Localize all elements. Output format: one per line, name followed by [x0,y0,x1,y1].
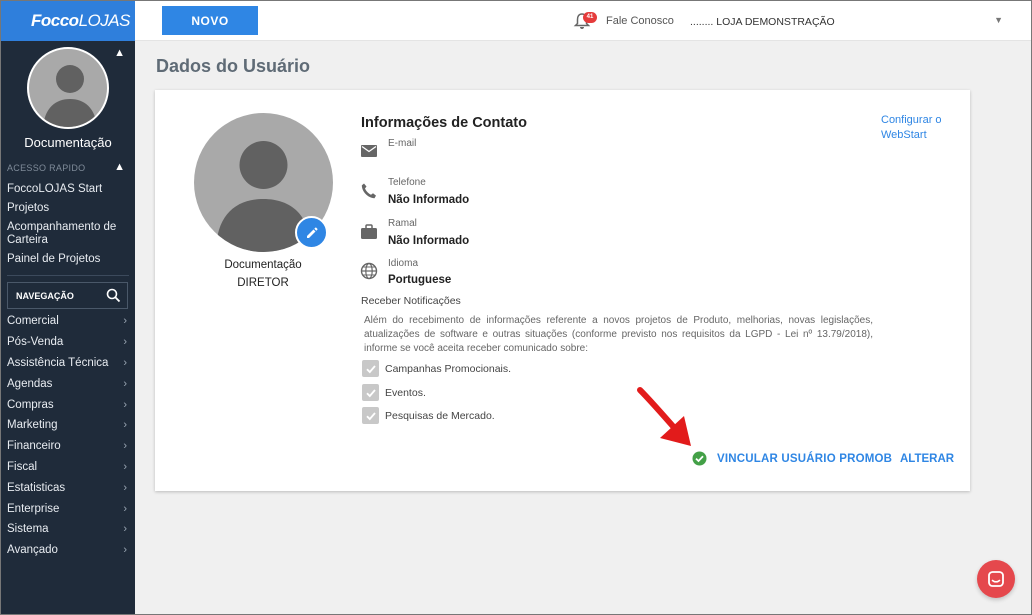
sidebar-divider [7,275,129,276]
nav-item-sistema[interactable]: Sistema › [7,519,131,540]
link-promob-user-button[interactable]: VINCULAR USUÁRIO PROMOB [692,451,892,466]
configure-webstart-link[interactable]: Configurar o WebStart [881,113,951,143]
edit-photo-button[interactable] [295,216,328,249]
chevron-right-icon: › [123,481,127,494]
chevron-right-icon: › [123,544,127,557]
chevron-right-icon: › [123,398,127,411]
chevron-right-icon: › [123,523,127,536]
navigation-search[interactable]: NAVEGAÇÃO [7,282,128,309]
checkbox-campanhas[interactable]: Campanhas Promocionais. [362,360,511,377]
link-promob-user-label: VINCULAR USUÁRIO PROMOB [717,452,893,465]
email-label: E-mail [388,138,417,149]
notification-count-badge: 41 [583,12,597,23]
nav-item-fiscal[interactable]: Fiscal › [7,457,131,478]
nav-item-comercial[interactable]: Comercial › [7,311,131,332]
collapse-profile-chevron-up-icon[interactable]: ▲ [114,47,125,59]
contact-info-title: Informações de Contato [361,115,527,131]
chevron-right-icon: › [123,315,127,328]
search-icon[interactable] [106,288,121,303]
language-label: Idioma [388,258,419,269]
nav-item-marketing[interactable]: Marketing › [7,415,131,436]
phone-label: Telefone [388,177,426,188]
nav-item-estatisticas[interactable]: Estatisticas › [7,477,131,498]
nav-item-label: Fiscal [7,460,38,473]
top-bar: NOVO 41 Fale Conosco ........ LOJA DEMON… [135,1,1031,41]
store-selector[interactable]: ........ LOJA DEMONSTRAÇÃO [690,16,835,28]
nav-item-financeiro[interactable]: Financeiro › [7,436,131,457]
checkbox-label: Eventos. [385,386,426,399]
nav-item-label: Pós-Venda [7,336,64,349]
navigation-label: NAVEGAÇÃO [16,290,74,301]
profile-name: Documentação [224,259,302,271]
quick-item-painel-projetos[interactable]: Painel de Projetos [7,250,131,269]
nav-item-label: Avançado [7,544,58,557]
user-details-card: Documentação DIRETOR Informações de Cont… [155,90,970,491]
nav-item-label: Assistência Técnica [7,356,109,369]
profile-role: DIRETOR [237,277,289,289]
nav-item-enterprise[interactable]: Enterprise › [7,498,131,519]
nav-item-label: Comercial [7,315,59,328]
nav-item-label: Compras [7,398,54,411]
sidebar-user-name: Documentação [24,135,112,150]
quick-access-collapse-icon[interactable]: ▲ [114,161,125,173]
extension-value: Não Informado [388,235,470,247]
nav-item-avancado[interactable]: Avançado › [7,540,131,561]
nav-item-label: Marketing [7,419,58,432]
nav-item-compras[interactable]: Compras › [7,394,131,415]
notifications-title: Receber Notificações [361,295,461,307]
edit-pencil-icon [306,226,318,238]
chat-icon [988,571,1004,587]
language-value: Portuguese [388,274,452,286]
chat-button[interactable] [977,560,1015,598]
extension-label: Ramal [388,218,417,229]
sidebar: Focco LOJAS ▲ Documentação ACESSO RAPIDO … [1,1,135,614]
brand-logo[interactable]: Focco LOJAS [1,1,135,41]
brand-light: LOJAS [78,11,131,30]
nav-item-label: Financeiro [7,440,61,453]
chevron-right-icon: › [123,502,127,515]
checkbox-checked-icon[interactable] [362,360,379,377]
mail-icon [361,145,377,157]
chevron-right-icon: › [123,336,127,349]
chevron-right-icon: › [123,377,127,390]
nav-item-label: Sistema [7,523,49,536]
edit-button[interactable]: ALTERAR [900,453,954,465]
nav-item-label: Enterprise [7,502,60,515]
nav-item-pos-venda[interactable]: Pós-Venda › [7,332,131,353]
chevron-right-icon: › [123,356,127,369]
nav-item-label: Estatisticas [7,481,66,494]
globe-icon [360,262,378,280]
chevron-right-icon: › [123,460,127,473]
contact-us-link[interactable]: Fale Conosco [606,15,674,27]
quick-access-list: FoccoLOJAS Start Projetos Acompanhamento… [7,180,131,269]
phone-value: Não Informado [388,194,470,206]
page-title: Dados do Usuário [156,56,311,76]
checkbox-checked-icon[interactable] [362,384,379,401]
quick-item-projetos[interactable]: Projetos [7,199,131,218]
checkbox-label: Campanhas Promocionais. [385,362,512,375]
quick-item-foccolojas-start[interactable]: FoccoLOJAS Start [7,180,131,199]
new-button[interactable]: NOVO [162,6,258,35]
quick-item-acompanhamento[interactable]: Acompanhamento de Carteira [7,218,131,250]
nav-item-assistencia-tecnica[interactable]: Assistência Técnica › [7,353,131,374]
checkbox-eventos[interactable]: Eventos. [362,384,426,401]
user-silhouette-icon [43,65,97,127]
chevron-right-icon: › [123,440,127,453]
phone-icon [361,183,376,199]
checkbox-label: Pesquisas de Mercado. [385,409,495,422]
quick-access-label: ACESSO RAPIDO [7,163,86,173]
avatar [27,47,109,129]
check-circle-icon [692,451,707,466]
caret-down-icon[interactable]: ▼ [994,15,1003,25]
notifications-description: Além do recebimento de informações refer… [364,315,873,354]
annotation-arrow-icon [637,387,691,446]
checkbox-checked-icon[interactable] [362,407,379,424]
brand-bold: Focco [31,11,79,30]
navigation-menu: Comercial › Pós-Venda › Assistência Técnic… [7,311,131,561]
nav-item-agendas[interactable]: Agendas › [7,373,131,394]
checkbox-pesquisas[interactable]: Pesquisas de Mercado. [362,407,495,424]
chevron-right-icon: › [123,419,127,432]
briefcase-icon [361,224,377,239]
nav-item-label: Agendas [7,377,53,390]
